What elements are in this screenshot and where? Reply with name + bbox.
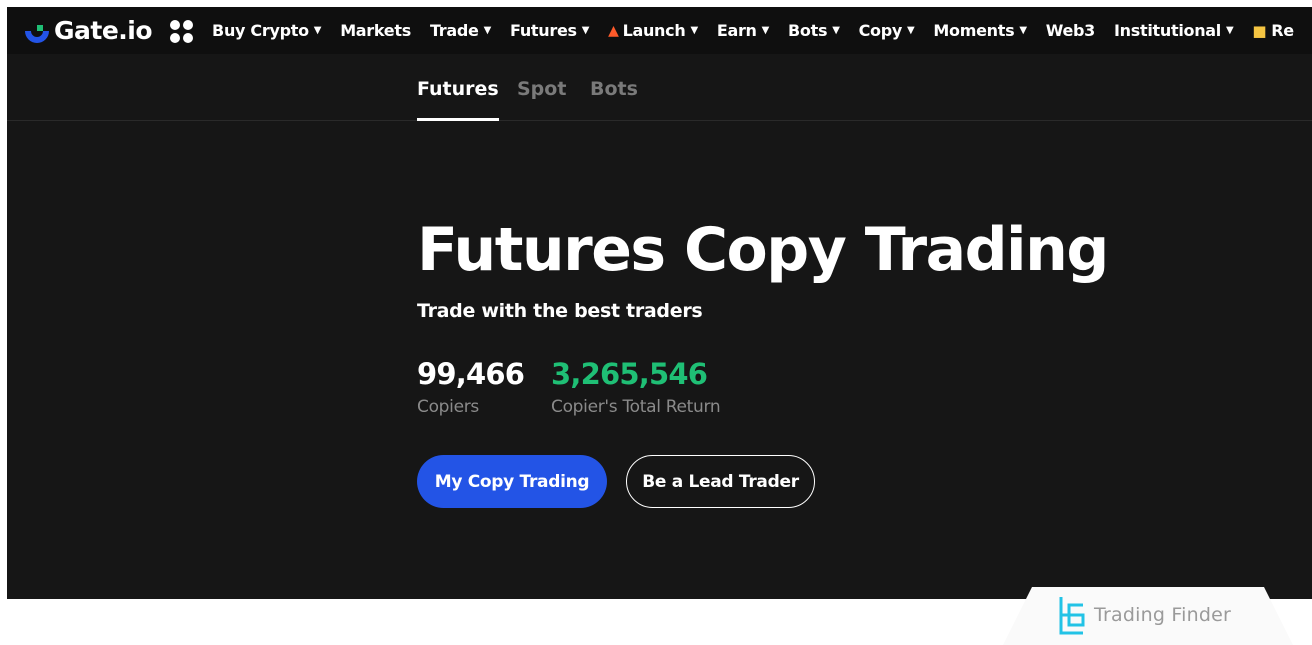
my-copy-trading-button[interactable]: My Copy Trading [417, 455, 607, 508]
nav-item-label: Futures [509, 21, 577, 40]
stat-copiers-value: 99,466 [417, 357, 525, 391]
chevron-down-icon: ▼ [313, 25, 322, 36]
nav-item-bots[interactable]: Bots ▼ [788, 21, 840, 40]
trading-finder-logo-icon [1059, 597, 1085, 635]
tab-bots[interactable]: Bots [590, 78, 638, 100]
nav-item-copy[interactable]: Copy ▼ [859, 21, 915, 40]
nav-item-futures[interactable]: Futures ▼ [510, 21, 589, 40]
nav-item-markets[interactable]: Markets [340, 21, 411, 40]
tab-spot[interactable]: Spot [517, 78, 566, 100]
apps-grid-icon[interactable] [170, 19, 194, 43]
nav-item-moments[interactable]: Moments ▼ [933, 21, 1027, 40]
nav-item-label: Trade [429, 21, 479, 40]
chevron-down-icon: ▼ [1225, 25, 1234, 36]
nav-item-trade[interactable]: Trade ▼ [430, 21, 491, 40]
nav-item-earn[interactable]: Earn ▼ [716, 21, 770, 40]
nav-item-institutional[interactable]: Institutional ▼ [1114, 21, 1234, 40]
nav-item-label: Moments [933, 21, 1015, 40]
nav-item-label: Web3 [1045, 21, 1096, 40]
chevron-down-icon: ▼ [832, 25, 840, 36]
nav-menu: Buy Crypto ▼ Markets Trade ▼ Futures ▼ ▲ Launch ▼… [212, 21, 1312, 40]
nav-item-re[interactable]: ■ Re [1252, 21, 1294, 40]
product-tabs: Futures Spot Bots [7, 54, 1312, 121]
stat-copiers: 99,466 Copiers [417, 357, 525, 417]
watermark: Trading Finder [1003, 587, 1293, 645]
nav-item-label: Earn [716, 21, 757, 40]
chevron-down-icon: ▼ [1019, 25, 1027, 36]
chevron-down-icon: ▼ [690, 25, 698, 36]
nav-item-launch[interactable]: ▲ Launch ▼ [608, 21, 698, 40]
app-frame: Gate.io Buy Crypto ▼ Markets Trade ▼ Futures ▼… [7, 7, 1312, 599]
stat-total-return-value: 3,265,546 [551, 357, 708, 391]
nav-item-label: Institutional [1114, 21, 1221, 40]
chevron-down-icon: ▼ [483, 25, 492, 36]
chevron-down-icon: ▼ [581, 25, 590, 36]
nav-item-web3[interactable]: Web3 [1045, 21, 1096, 40]
gift-icon: ■ [1252, 21, 1267, 40]
stat-total-return-label: Copier's Total Return [551, 397, 721, 417]
brand-logo[interactable]: Gate.io [22, 7, 153, 54]
gate-logo-icon [25, 18, 49, 43]
nav-item-buy-crypto[interactable]: Buy Crypto ▼ [212, 21, 321, 40]
nav-item-label: Re [1271, 21, 1294, 40]
nav-item-label: Markets [340, 21, 411, 40]
page-title: Futures Copy Trading [417, 215, 1109, 285]
stat-total-return: 3,265,546 Copier's Total Return [551, 357, 721, 417]
tab-futures[interactable]: Futures [417, 78, 499, 121]
be-lead-trader-button[interactable]: Be a Lead Trader [626, 455, 815, 508]
nav-item-label: Bots [788, 21, 828, 40]
flame-icon: ▲ [608, 22, 619, 39]
chevron-down-icon: ▼ [761, 25, 770, 36]
brand-name: Gate.io [54, 16, 153, 45]
stat-copiers-label: Copiers [417, 397, 479, 417]
top-navigation: Gate.io Buy Crypto ▼ Markets Trade ▼ Futures ▼… [7, 7, 1312, 54]
chevron-down-icon: ▼ [907, 25, 915, 36]
watermark-text: Trading Finder [1094, 604, 1231, 626]
nav-item-label: Buy Crypto [212, 21, 309, 40]
page-subtitle: Trade with the best traders [417, 300, 703, 322]
nav-item-label: Copy [858, 21, 903, 40]
nav-item-label: Launch [622, 21, 686, 40]
